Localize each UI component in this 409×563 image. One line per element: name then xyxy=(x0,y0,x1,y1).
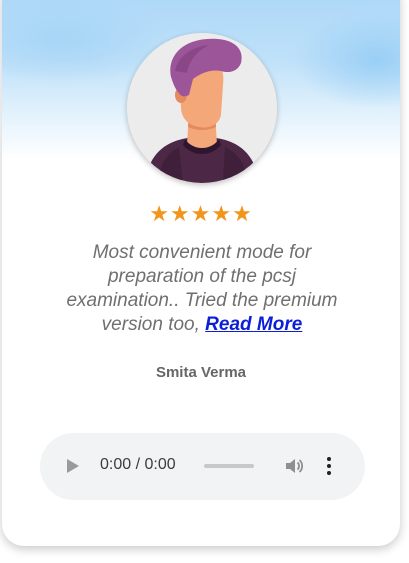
user-illustration xyxy=(127,33,277,183)
play-icon[interactable] xyxy=(67,459,79,473)
testimonial-quote: Most convenient mode for preparation of … xyxy=(50,241,354,337)
testimonial-card: ★★★★★ Most convenient mode for preparati… xyxy=(2,0,400,546)
volume-icon[interactable] xyxy=(284,456,304,476)
author-name: Smita Verma xyxy=(155,364,247,381)
audio-player[interactable]: 0:00 / 0:00 xyxy=(40,433,365,500)
avatar xyxy=(127,33,277,183)
rating-stars: ★★★★★ xyxy=(149,202,253,227)
progress-track[interactable] xyxy=(204,464,254,468)
read-more-link[interactable]: Read More xyxy=(205,314,302,335)
time-display: 0:00 / 0:00 xyxy=(100,456,176,473)
more-options-icon[interactable] xyxy=(324,455,334,477)
